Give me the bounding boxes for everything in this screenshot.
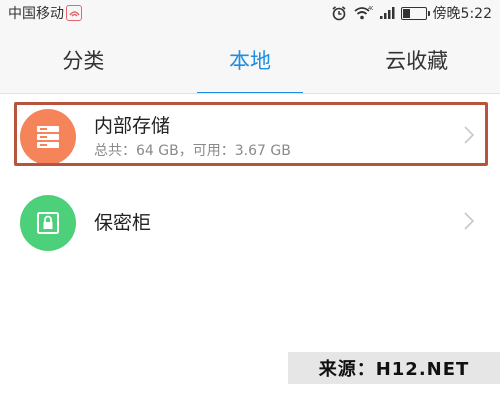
storage-list: 内部存储 总共：64 GB，可用：3.67 GB 保密柜 <box>0 94 500 266</box>
internal-storage-text: 内部存储 总共：64 GB，可用：3.67 GB <box>94 114 291 160</box>
status-bar: 中国移动 4G <box>0 0 500 26</box>
source-watermark: 来源：H12.NET <box>288 352 500 384</box>
list-item-safe-box[interactable]: 保密柜 <box>0 180 500 266</box>
battery-level-fill <box>402 8 410 18</box>
status-time: 傍晚5:22 <box>432 6 492 22</box>
safe-box-title: 保密柜 <box>94 212 152 234</box>
safe-box-text: 保密柜 <box>94 211 151 235</box>
carrier-label: 中国移动 <box>8 6 64 22</box>
wifi-badge-label: 4G <box>368 6 373 12</box>
tab-bar: 分类 本地 云收藏 <box>0 26 500 94</box>
wifi-icon: 4G <box>353 5 373 21</box>
server-storage-icon <box>20 109 76 165</box>
tab-local[interactable]: 本地 <box>167 26 334 94</box>
status-left: 中国移动 <box>8 3 82 23</box>
tab-category[interactable]: 分类 <box>0 26 167 94</box>
carrier-hd-icon <box>66 5 82 21</box>
lock-safe-icon <box>20 195 76 251</box>
chevron-right-icon <box>464 126 475 148</box>
chevron-right-icon <box>464 212 475 234</box>
battery-icon <box>400 6 430 20</box>
internal-storage-subtitle: 总共：64 GB，可用：3.67 GB <box>94 143 291 159</box>
status-right: 4G 傍晚5:22 <box>331 3 492 23</box>
list-item-internal-storage[interactable]: 内部存储 总共：64 GB，可用：3.67 GB <box>0 94 500 180</box>
internal-storage-title: 内部存储 <box>94 115 171 137</box>
tab-cloud-favorites[interactable]: 云收藏 <box>333 26 500 94</box>
signal-icon <box>379 6 395 20</box>
alarm-icon <box>331 5 347 21</box>
